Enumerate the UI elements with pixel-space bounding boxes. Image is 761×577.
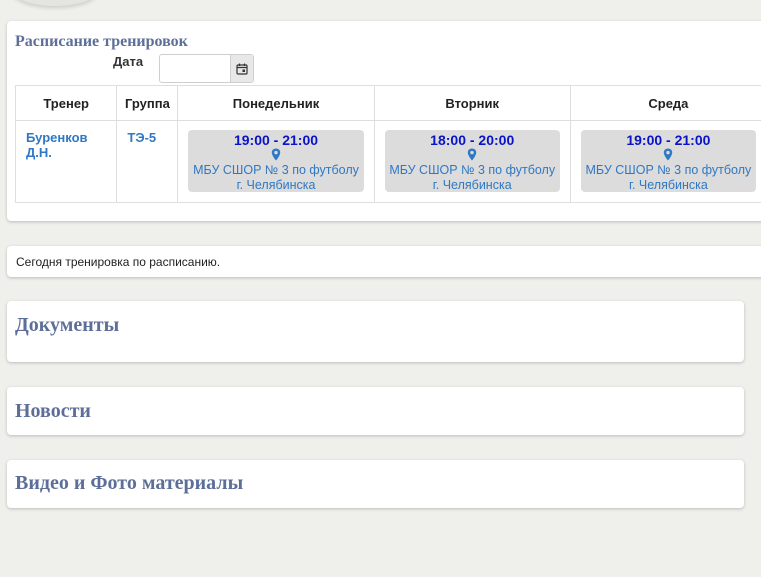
wednesday-cell: 19:00 - 21:00 МБУ СШОР № 3 по футболу г.… (569, 120, 761, 203)
slot-city: г. Челябинска (236, 178, 316, 192)
news-section[interactable]: Новости (7, 387, 744, 435)
coach-cell: Буренков Д.Н. (14, 120, 118, 203)
schedule-table: Тренер Группа Понедельник Вторник Среда … (14, 85, 761, 203)
coach-link[interactable]: Буренков Д.Н. (16, 121, 116, 160)
schedule-card: Расписание тренировок Дата Тренер Группа… (7, 21, 761, 221)
date-picker-button[interactable] (230, 55, 253, 82)
notice-card: Сегодня тренировка по расписанию. (7, 246, 761, 277)
training-slot[interactable]: 18:00 - 20:00 МБУ СШОР № 3 по футболу г.… (384, 130, 560, 192)
header-tuesday: Вторник (373, 85, 571, 121)
training-slot[interactable]: 19:00 - 21:00 МБУ СШОР № 3 по футболу г.… (580, 130, 756, 192)
header-group: Группа (116, 85, 179, 121)
slot-time: 19:00 - 21:00 (233, 132, 319, 148)
tuesday-cell: 18:00 - 20:00 МБУ СШОР № 3 по футболу г.… (373, 120, 571, 203)
notice-text: Сегодня тренировка по расписанию. (16, 255, 221, 269)
media-section[interactable]: Видео и Фото материалы (7, 460, 744, 508)
date-input[interactable] (159, 54, 254, 83)
header-coach: Тренер (14, 85, 118, 121)
documents-title[interactable]: Документы (15, 314, 119, 337)
slot-city: г. Челябинска (432, 178, 512, 192)
map-pin-icon (581, 148, 756, 163)
slot-place: МБУ СШОР № 3 по футболу (585, 163, 752, 177)
calendar-icon (236, 63, 248, 75)
map-pin-icon (385, 148, 560, 163)
slot-city: г. Челябинска (628, 178, 708, 192)
training-slot[interactable]: 19:00 - 21:00 МБУ СШОР № 3 по футболу г.… (188, 130, 364, 192)
documents-section[interactable]: Документы (7, 301, 744, 362)
group-link[interactable]: ТЭ-5 (117, 121, 177, 145)
header-wednesday: Среда (569, 85, 761, 121)
slot-place: МБУ СШОР № 3 по футболу (389, 163, 556, 177)
table-row: Буренков Д.Н. ТЭ-5 19:00 - 21:00 МБУ СШО… (14, 120, 761, 203)
schedule-title: Расписание тренировок (15, 33, 188, 50)
news-title[interactable]: Новости (15, 400, 91, 423)
date-label: Дата (113, 54, 144, 69)
avatar-shadow (10, 0, 100, 6)
slot-place: МБУ СШОР № 3 по футболу (193, 163, 359, 177)
slot-time: 18:00 - 20:00 (430, 132, 515, 148)
monday-cell: 19:00 - 21:00 МБУ СШОР № 3 по футболу г.… (177, 120, 375, 203)
media-title[interactable]: Видео и Фото материалы (15, 472, 243, 495)
map-pin-icon (188, 148, 363, 163)
table-header-row: Тренер Группа Понедельник Вторник Среда (14, 85, 761, 121)
group-cell: ТЭ-5 (116, 120, 179, 203)
slot-time: 19:00 - 21:00 (626, 132, 711, 148)
header-monday: Понедельник (177, 85, 375, 121)
